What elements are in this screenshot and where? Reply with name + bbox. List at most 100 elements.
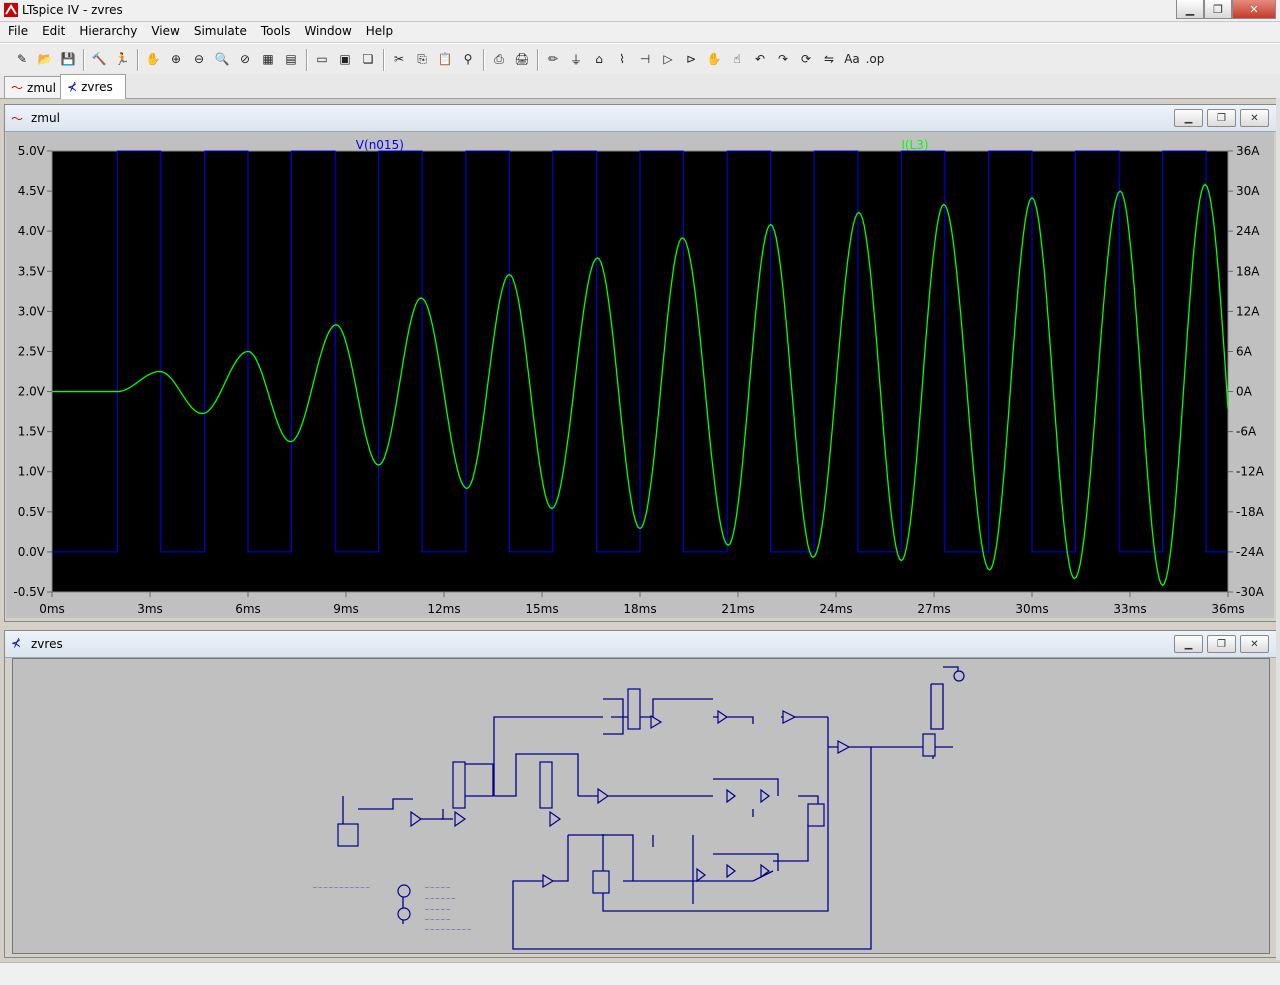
mirror-button[interactable]: ⇋: [819, 49, 839, 69]
label-button[interactable]: ⌂: [589, 49, 609, 69]
open-icon: 📂: [37, 52, 53, 66]
component-button[interactable]: ⊳: [681, 49, 701, 69]
pan-button[interactable]: ▤: [281, 49, 301, 69]
redo-button[interactable]: ↷: [773, 49, 793, 69]
autorange-icon: ▦: [262, 52, 274, 66]
undo-button[interactable]: ↶: [750, 49, 770, 69]
y-left-tick-label: 1.5V: [18, 425, 46, 439]
menu-simulate[interactable]: Simulate: [186, 22, 253, 42]
move-icon: ✋: [706, 52, 722, 66]
find-icon: ⚲: [463, 52, 473, 66]
y-left-tick-label: 1.0V: [18, 465, 46, 479]
child-close-button[interactable]: ✕: [1240, 635, 1269, 653]
schematic-canvas[interactable]: — — — — — — — — — — — — — — — — — — — — …: [12, 658, 1270, 954]
halt-button[interactable]: ✋: [143, 49, 163, 69]
copy-button[interactable]: ⎘: [412, 49, 432, 69]
spice-directive-button[interactable]: .op: [865, 49, 885, 69]
maximize-icon: ❐: [1217, 112, 1226, 124]
window-edge: [1276, 98, 1280, 960]
new-schematic-button[interactable]: ✎: [12, 49, 32, 69]
y-left-tick-label: 2.5V: [18, 344, 46, 358]
wire-button[interactable]: ✏: [543, 49, 563, 69]
tab-zvres[interactable]: ⊀ zvres: [60, 74, 126, 99]
close-icon: ✕: [1250, 638, 1259, 650]
control-panel-button[interactable]: 🔨: [89, 49, 109, 69]
zoom-cancel-button[interactable]: ⊘: [235, 49, 255, 69]
print-button[interactable]: 🖨: [512, 49, 532, 69]
child-maximize-button[interactable]: ❐: [1207, 109, 1236, 127]
close-button[interactable]: ✕: [1232, 0, 1276, 19]
diode-button[interactable]: ▷: [658, 49, 678, 69]
redo-icon: ↷: [777, 52, 789, 66]
print-setup-icon: ⎙: [494, 51, 504, 66]
toolbar-separator: [483, 49, 485, 71]
schematic-icon: ⊀: [67, 80, 78, 94]
cut-button[interactable]: ✂: [389, 49, 409, 69]
zoom-in-button[interactable]: ⊕: [166, 49, 186, 69]
menu-window[interactable]: Window: [296, 22, 357, 42]
menu-help[interactable]: Help: [358, 22, 399, 42]
menu-edit[interactable]: Edit: [34, 22, 71, 42]
toolbar: ✎ 📂 💾 🔨 🏃 ✋ ⊕ ⊖ 🔍 ⊘ ▦ ▤ ▭ ▣ ❏ ✂ ⎘ 📋 ⚲ ⎙ 🖨 ✏ ⏚ ⌂ ⌇ ⊣ ▷ ⊳ ✋ ☝ ↶ ↷ ⟳ ⇋ Aa .op: [0, 43, 1280, 75]
halt-icon: ✋: [145, 52, 161, 66]
find-button[interactable]: ⚲: [458, 49, 478, 69]
paste-button[interactable]: 📋: [435, 49, 455, 69]
open-button[interactable]: 📂: [35, 49, 55, 69]
toolbar-separator: [137, 49, 139, 71]
tile-horizontal-button[interactable]: ▭: [312, 49, 332, 69]
svg-text:— — — — —: — — — — —: [425, 917, 450, 922]
window-title: LTspice IV - zvres: [22, 3, 123, 17]
mirror-icon: ⇋: [823, 52, 835, 66]
zoom-fit-button[interactable]: 🔍: [212, 49, 232, 69]
move-button[interactable]: ✋: [704, 49, 724, 69]
svg-text:— — — — —: — — — — —: [425, 885, 450, 890]
maximize-button[interactable]: ❐: [1204, 0, 1232, 19]
toolbar-separator: [306, 49, 308, 71]
y-left-tick-label: 3.5V: [18, 264, 46, 278]
resistor-button[interactable]: ⌇: [612, 49, 632, 69]
menu-tools[interactable]: Tools: [253, 22, 297, 42]
drag-button[interactable]: ☝: [727, 49, 747, 69]
menu-file[interactable]: File: [0, 22, 34, 42]
y-right-tick-label: 0A: [1236, 385, 1253, 399]
undo-icon: ↶: [754, 52, 766, 66]
toolbar-separator: [83, 49, 85, 71]
cascade-button[interactable]: ❏: [358, 49, 378, 69]
ground-button[interactable]: ⏚: [566, 49, 586, 69]
zoom-out-button[interactable]: ⊖: [189, 49, 209, 69]
capacitor-button[interactable]: ⊣: [635, 49, 655, 69]
x-tick-label: 6ms: [235, 602, 261, 616]
x-tick-label: 9ms: [333, 602, 359, 616]
menu-hierarchy[interactable]: Hierarchy: [71, 22, 143, 42]
zoom-in-icon: ⊕: [170, 52, 182, 66]
run-button[interactable]: 🏃: [112, 49, 132, 69]
y-left-tick-label: 4.5V: [18, 184, 46, 198]
child-minimize-button[interactable]: ▁: [1174, 109, 1203, 127]
y-left-tick-label: 2.0V: [18, 385, 46, 399]
rotate-button[interactable]: ⟳: [796, 49, 816, 69]
y-right-tick-label: -6A: [1236, 425, 1257, 439]
schematic-window-titlebar: ⊀ zvres ▁ ❐ ✕: [5, 631, 1277, 658]
text-button[interactable]: Aa: [842, 49, 862, 69]
menu-view[interactable]: View: [143, 22, 185, 42]
tab-zmul[interactable]: 〜 zmul: [4, 76, 66, 98]
ltspice-app-icon: [4, 3, 18, 17]
child-minimize-button[interactable]: ▁: [1174, 635, 1203, 653]
y-right-tick-label: -24A: [1236, 545, 1265, 559]
waveform-plot[interactable]: 5.0V 4.5V 4.0V 3.5V 3.0V 2.5V 2.0V 1.5V 1.0V 0.5V…: [6, 132, 1274, 618]
minimize-button[interactable]: ▁: [1176, 0, 1204, 19]
child-maximize-button[interactable]: ❐: [1207, 635, 1236, 653]
tile-vertical-button[interactable]: ▣: [335, 49, 355, 69]
minimize-icon: ▁: [1184, 112, 1193, 124]
y-right-tick-label: 24A: [1236, 224, 1260, 238]
status-bar: [0, 962, 1280, 985]
y-right-tick-label: 6A: [1236, 344, 1253, 358]
child-close-button[interactable]: ✕: [1240, 109, 1269, 127]
y-right-tick-label: 30A: [1236, 184, 1260, 198]
resistor-icon: ⌇: [619, 52, 625, 66]
print-setup-button[interactable]: ⎙: [489, 49, 509, 69]
autorange-button[interactable]: ▦: [258, 49, 278, 69]
waveform-icon: 〜: [11, 81, 24, 95]
save-button[interactable]: 💾: [58, 49, 78, 69]
capacitor-icon: ⊣: [639, 52, 651, 66]
